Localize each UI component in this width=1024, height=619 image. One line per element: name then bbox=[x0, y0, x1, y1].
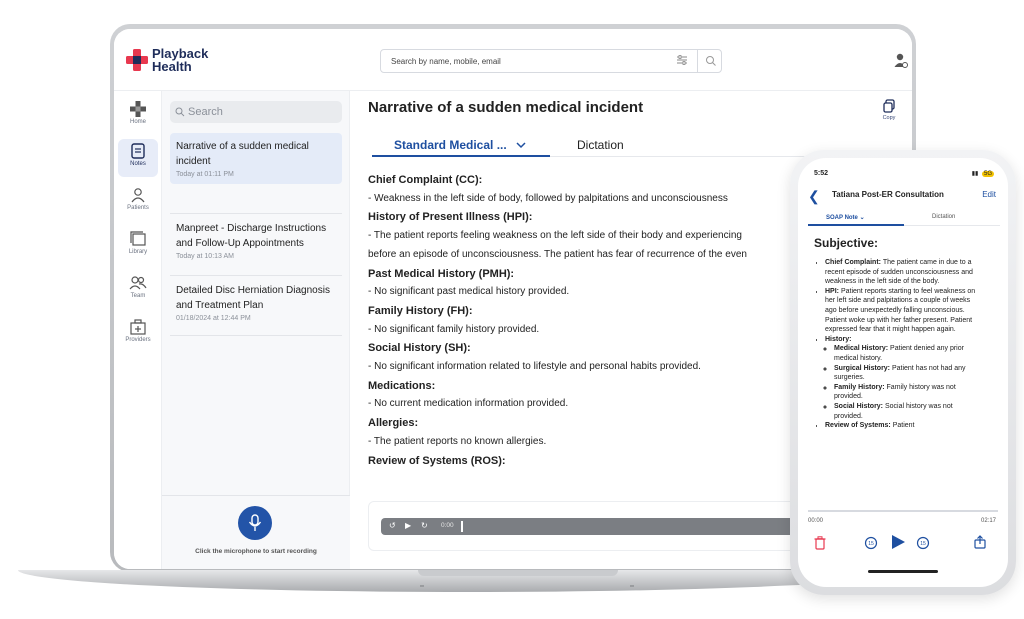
phone-note-body: Chief Complaint: The patient came in due… bbox=[816, 258, 982, 502]
base-mark bbox=[420, 585, 424, 587]
play-icon[interactable] bbox=[890, 534, 906, 550]
nav-team[interactable]: Team bbox=[118, 271, 158, 309]
forward-15-icon[interactable]: 15 bbox=[916, 536, 930, 550]
note-title: Detailed Disc Herniation Diagnosis and T… bbox=[176, 285, 330, 311]
list-item: Social History: Social history was not p… bbox=[834, 402, 982, 421]
list-item: Family History: Family history was not p… bbox=[834, 383, 982, 402]
team-icon bbox=[129, 276, 147, 290]
note-title: Narrative of a sudden medical incident bbox=[176, 141, 309, 167]
share-icon[interactable] bbox=[974, 535, 986, 549]
audio-progress-bar[interactable] bbox=[808, 510, 998, 512]
laptop-base bbox=[18, 570, 918, 592]
search-icon bbox=[706, 56, 716, 66]
search-button[interactable] bbox=[697, 50, 721, 72]
list-item: History: Medical History: Patient denied… bbox=[825, 335, 982, 421]
phone-frame: 5:52 ▮▮ 5G ❮ Tatiana Post-ER Consultatio… bbox=[790, 150, 1016, 595]
home-indicator bbox=[868, 570, 938, 573]
list-item: Medical History: Patient denied any prio… bbox=[834, 344, 982, 363]
tab-indicator bbox=[372, 155, 550, 157]
list-item-note-2[interactable]: Manpreet - Discharge Instructions and Fo… bbox=[170, 215, 342, 266]
time-start: 00:00 bbox=[808, 518, 824, 524]
user-settings-icon[interactable] bbox=[894, 53, 908, 69]
note-time: Today at 01:11 PM bbox=[176, 171, 234, 178]
status-indicators: ▮▮ 5G bbox=[972, 170, 994, 177]
play-icon[interactable]: ▶ bbox=[405, 521, 411, 530]
note-time: Today at 10:13 AM bbox=[176, 253, 234, 260]
record-button[interactable] bbox=[238, 506, 272, 540]
phone-note-title: Tatiana Post-ER Consultation bbox=[832, 190, 944, 199]
nav-providers[interactable]: Providers bbox=[118, 315, 158, 353]
phone-tabs: SOAP Note ⌄ Dictation bbox=[808, 210, 1000, 226]
nav-rail: Home Notes Patients Library Team Provide… bbox=[114, 91, 162, 569]
note-time: 01/18/2024 at 12:44 PM bbox=[176, 315, 251, 322]
tab-dictation[interactable]: Dictation bbox=[577, 138, 624, 152]
battery-badge: 5G bbox=[981, 171, 994, 177]
list-item: Surgical History: Patient has not had an… bbox=[834, 364, 982, 383]
record-hint: Click the microphone to start recording bbox=[195, 548, 317, 555]
providers-icon bbox=[130, 319, 146, 335]
base-mark bbox=[630, 585, 634, 587]
nav-home[interactable]: Home bbox=[118, 97, 158, 135]
list-item: HPI: Patient reports starting to feel we… bbox=[825, 287, 982, 335]
nav-notes[interactable]: Notes bbox=[118, 139, 158, 177]
time-end: 02:17 bbox=[980, 518, 996, 524]
playhead[interactable] bbox=[461, 521, 463, 532]
patients-icon bbox=[131, 188, 145, 203]
player-time: 0:00 bbox=[441, 522, 454, 529]
tab-soap-note[interactable]: SOAP Note ⌄ bbox=[826, 214, 865, 221]
note-title: Narrative of a sudden medical incident bbox=[368, 99, 644, 116]
record-area: Click the microphone to start recording bbox=[162, 495, 350, 569]
brand-name: Playback Health bbox=[152, 46, 209, 74]
signal-icon: ▮▮ bbox=[971, 171, 979, 177]
back-icon[interactable]: ❮ bbox=[808, 188, 820, 205]
divider bbox=[170, 275, 342, 276]
divider bbox=[170, 335, 342, 336]
copy-button[interactable]: Copy bbox=[876, 99, 902, 121]
svg-text:15: 15 bbox=[868, 541, 874, 547]
list-item-note-1[interactable]: Narrative of a sudden medical incident T… bbox=[170, 133, 342, 184]
list-item: Review of Systems: Patient bbox=[825, 421, 982, 431]
copy-icon bbox=[883, 99, 895, 113]
logo-icon bbox=[126, 49, 148, 71]
filter-icon[interactable] bbox=[676, 54, 688, 66]
rewind-icon[interactable]: ↺ bbox=[389, 521, 396, 530]
search-icon bbox=[175, 107, 185, 117]
home-icon bbox=[130, 101, 146, 117]
microphone-icon bbox=[248, 514, 262, 531]
section-heading: Subjective: bbox=[814, 236, 879, 250]
nav-patients[interactable]: Patients bbox=[118, 183, 158, 221]
note-title: Manpreet - Discharge Instructions and Fo… bbox=[176, 223, 327, 249]
notes-icon bbox=[131, 143, 145, 159]
nav-library[interactable]: Library bbox=[118, 227, 158, 265]
list-item: Chief Complaint: The patient came in due… bbox=[825, 258, 982, 287]
app-header: Playback Health Search by name, mobile, … bbox=[114, 29, 912, 91]
status-time: 5:52 bbox=[814, 170, 829, 177]
chevron-down-icon bbox=[516, 142, 526, 149]
svg-text:15: 15 bbox=[920, 541, 926, 547]
trash-icon[interactable] bbox=[814, 536, 826, 550]
forward-icon[interactable]: ↻ bbox=[421, 521, 428, 530]
phone-screen: 5:52 ▮▮ 5G ❮ Tatiana Post-ER Consultatio… bbox=[798, 158, 1008, 587]
global-search-input[interactable]: Search by name, mobile, email bbox=[380, 49, 722, 73]
notes-list: Search Narrative of a sudden medical inc… bbox=[162, 91, 350, 569]
phone-player-controls: 15 15 bbox=[808, 532, 998, 552]
divider bbox=[170, 213, 342, 214]
edit-button[interactable]: Edit bbox=[982, 190, 996, 199]
tab-template[interactable]: Standard Medical ... bbox=[394, 138, 526, 152]
chevron-down-icon: ⌄ bbox=[859, 215, 865, 221]
list-item-note-3[interactable]: Detailed Disc Herniation Diagnosis and T… bbox=[170, 277, 342, 328]
notes-search-input[interactable]: Search bbox=[170, 101, 342, 123]
tab-dictation[interactable]: Dictation bbox=[932, 214, 955, 220]
rewind-15-icon[interactable]: 15 bbox=[864, 536, 878, 550]
library-icon bbox=[130, 231, 146, 246]
tab-indicator bbox=[808, 224, 904, 226]
